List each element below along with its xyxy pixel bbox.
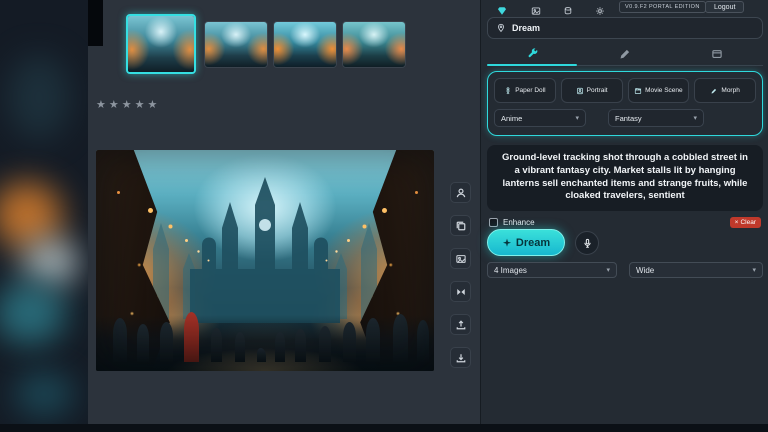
image-count-select[interactable]: 4 Images ▾ [487, 262, 617, 278]
enhance-checkbox[interactable] [489, 217, 498, 227]
editor-canvas: ★★★★★ [88, 0, 480, 424]
tab-edit[interactable] [579, 44, 671, 64]
layers-icon [456, 221, 465, 230]
clapperboard-icon [634, 87, 642, 94]
prompt-textarea[interactable]: Ground-level tracking shot through a cob… [487, 145, 763, 211]
mode-portrait-button[interactable]: Portrait [560, 78, 623, 103]
mode-morph-button[interactable]: Morph [694, 78, 756, 103]
character-tool-button[interactable] [450, 182, 471, 203]
user-icon [456, 188, 465, 197]
thumbnail-image [343, 22, 405, 67]
dream-button[interactable]: Dream [487, 229, 565, 256]
style-primary-select[interactable]: Anime ▾ [494, 109, 586, 127]
chevron-down-icon: ▾ [575, 115, 579, 122]
microphone-icon [583, 238, 591, 248]
background-blob [22, 238, 80, 286]
tab-gallery[interactable] [671, 44, 763, 64]
duplicate-tool-button[interactable] [450, 215, 471, 236]
thumbnail-image [205, 22, 267, 67]
generated-image[interactable] [96, 150, 434, 371]
morph-pen-icon [711, 88, 717, 93]
taskbar [0, 424, 768, 432]
sparkle-icon [502, 238, 511, 247]
mode-movie-scene-button[interactable]: Movie Scene [627, 78, 690, 103]
vignette-overlay [96, 150, 434, 371]
chevron-down-icon: ▾ [752, 267, 756, 274]
coins-icon[interactable] [563, 3, 573, 15]
sidebar-toggle[interactable] [88, 0, 103, 46]
tab-tools[interactable] [487, 44, 579, 64]
card-icon [712, 50, 722, 58]
panel-title: Dream [512, 23, 541, 33]
aspect-ratio-select[interactable]: Wide ▾ [629, 262, 763, 278]
settings-icon[interactable] [595, 3, 605, 15]
gem-icon[interactable] [497, 3, 507, 15]
app-window: ★★★★★ V0.9.F2 PORTAL EDITION Logout Drea… [88, 0, 768, 424]
mode-paper-doll-button[interactable]: Paper Doll [494, 78, 556, 103]
pin-icon [498, 23, 504, 33]
thumbnail-image [128, 16, 194, 72]
app-root: ★★★★★ V0.9.F2 PORTAL EDITION Logout Drea… [0, 0, 768, 432]
wrench-icon [528, 48, 538, 58]
thumbnail-selected[interactable] [126, 14, 196, 74]
edit-image-tool-button[interactable] [450, 248, 471, 269]
close-icon: × [734, 218, 739, 226]
thumbnail[interactable] [342, 21, 406, 68]
thumbnail-image [274, 22, 336, 67]
clear-button[interactable]: × Clear [729, 216, 761, 228]
paper-doll-icon [506, 86, 510, 94]
flip-icon [456, 288, 465, 295]
upload-icon [456, 319, 465, 329]
version-badge: v0.9.f2 PORTAL EDITION [619, 1, 706, 13]
star-rating[interactable]: ★★★★★ [96, 98, 160, 111]
thumbnail[interactable] [273, 21, 337, 68]
background-blob [0, 282, 66, 344]
style-selects: Anime ▾ Fantasy ▾ [494, 109, 756, 127]
download-tool-button[interactable] [450, 347, 471, 368]
control-panel: v0.9.f2 PORTAL EDITION Logout Dream [480, 0, 768, 424]
chevron-down-icon: ▾ [606, 267, 610, 274]
thumbnail[interactable] [204, 21, 268, 68]
enhance-label: Enhance [503, 217, 535, 227]
portrait-icon [576, 87, 583, 94]
style-secondary-select[interactable]: Fantasy ▾ [608, 109, 704, 127]
voice-input-button[interactable] [575, 231, 599, 255]
gallery-icon[interactable] [531, 3, 541, 15]
panel-tabs [487, 44, 763, 64]
download-icon [456, 353, 465, 362]
flip-tool-button[interactable] [450, 281, 471, 302]
mode-selector: Paper Doll Portrait Movie Scene Morph An… [487, 71, 763, 136]
background-blur [0, 0, 88, 424]
pen-icon [620, 49, 630, 59]
mode-buttons: Paper Doll Portrait Movie Scene Morph [494, 78, 756, 103]
chevron-down-icon: ▾ [693, 115, 697, 122]
image-edit-icon [455, 254, 466, 263]
panel-header[interactable]: Dream [487, 17, 763, 39]
upload-tool-button[interactable] [450, 314, 471, 335]
tab-active-indicator [487, 64, 577, 66]
background-blob [14, 372, 74, 416]
background-blob [8, 55, 70, 140]
logout-button[interactable]: Logout [705, 1, 745, 13]
enhance-row: Enhance × Clear [489, 216, 761, 228]
